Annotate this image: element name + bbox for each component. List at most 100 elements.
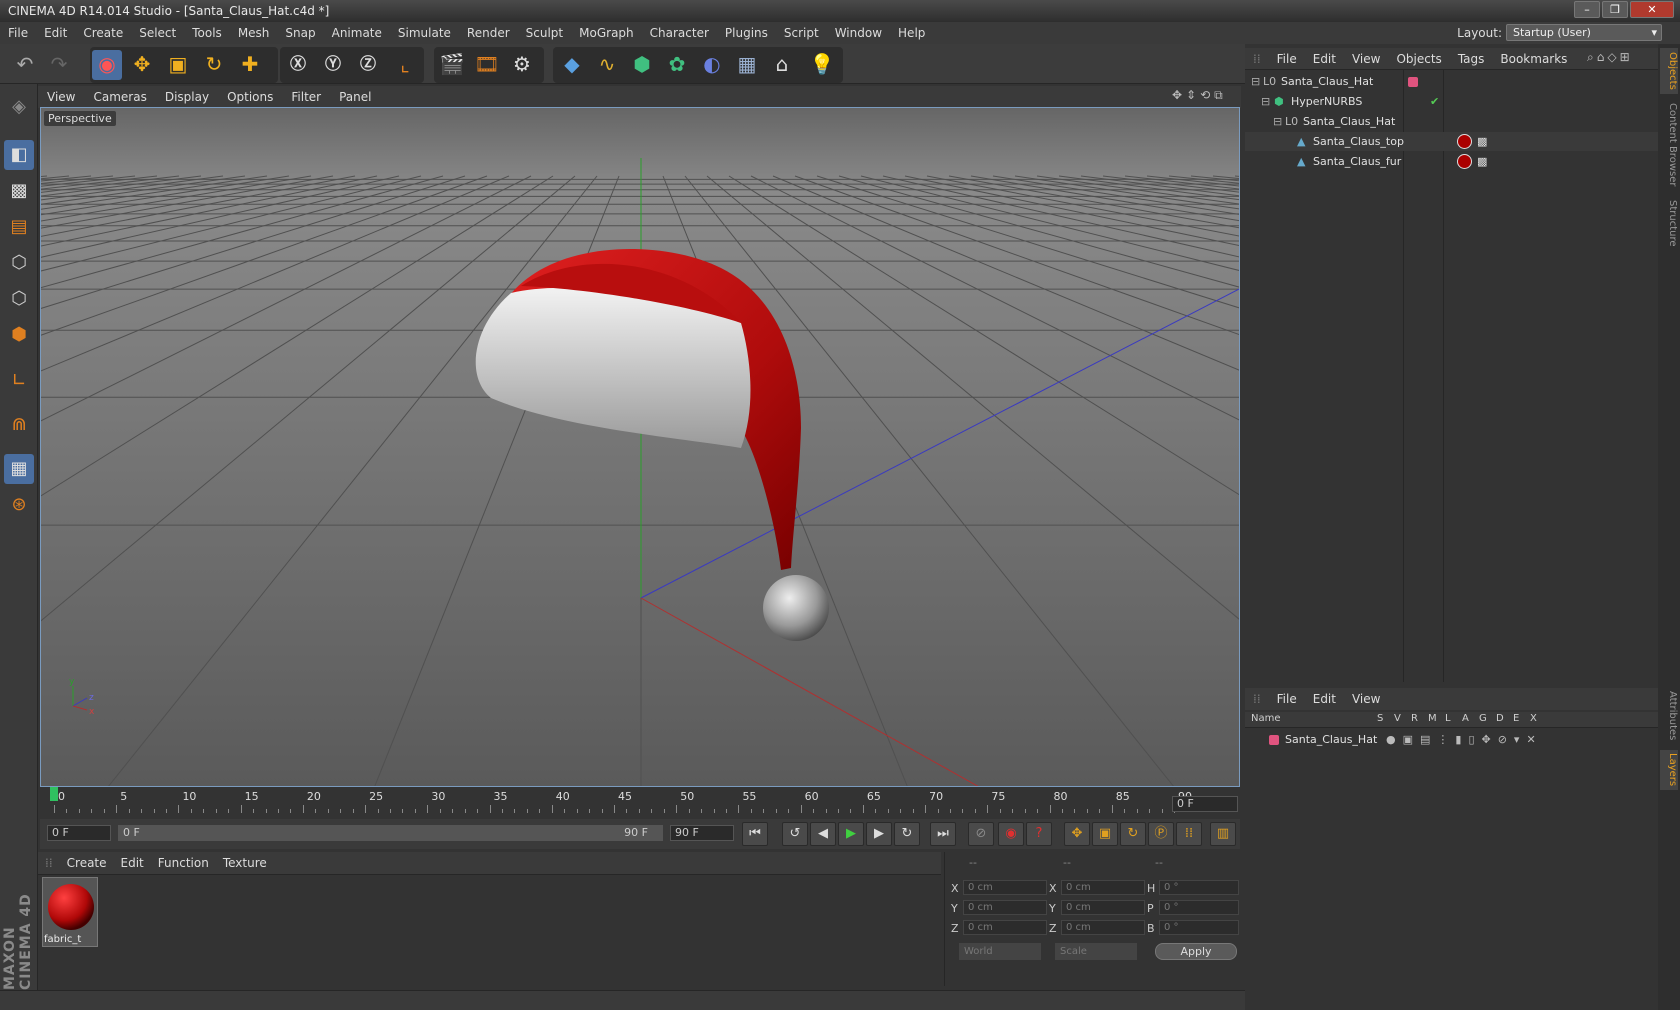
object-menu-view[interactable]: View: [1344, 48, 1388, 70]
move-icon[interactable]: ✥: [127, 50, 157, 80]
start-frame-field[interactable]: 0 F: [47, 825, 111, 841]
viewport-menu-options[interactable]: Options: [218, 86, 282, 108]
material-menu-texture[interactable]: Texture: [216, 852, 274, 874]
snap-icon[interactable]: ⋒: [4, 410, 34, 440]
size-x-field[interactable]: 0 cm: [1061, 880, 1145, 895]
object-menu-bookmarks[interactable]: Bookmarks: [1492, 48, 1575, 70]
timeline-icon[interactable]: ▥: [1210, 822, 1236, 846]
texture-mode-icon[interactable]: ▩: [4, 176, 34, 206]
tab-content-browser[interactable]: Content Browser: [1660, 100, 1678, 190]
menu-create[interactable]: Create: [75, 22, 131, 44]
auto-keying-icon[interactable]: ◉: [998, 822, 1024, 846]
close-button[interactable]: ✕: [1630, 1, 1674, 18]
timeline-ruler[interactable]: 051015202530354045505560657075808590: [44, 787, 1241, 815]
object-row[interactable]: ⊟ ⬢ HyperNURBS ✔: [1245, 92, 1658, 111]
render-picture-viewer-icon[interactable]: 🎞: [472, 50, 502, 80]
layer-column-l[interactable]: L: [1445, 713, 1451, 724]
cloner-icon[interactable]: ✿: [662, 50, 692, 80]
menu-mesh[interactable]: Mesh: [230, 22, 278, 44]
z-axis-lock-icon[interactable]: Ⓩ: [353, 50, 383, 80]
workplane-mode-icon[interactable]: ▤: [4, 212, 34, 242]
menu-tools[interactable]: Tools: [184, 22, 230, 44]
playhead-marker[interactable]: [50, 787, 58, 801]
frame-range-slider[interactable]: 0 F 90 F: [118, 825, 663, 841]
layer-menu-file[interactable]: File: [1269, 688, 1305, 710]
rotation-h-field[interactable]: 0 °: [1159, 880, 1239, 895]
layer-column-a[interactable]: A: [1462, 713, 1469, 724]
viewport-menu-display[interactable]: Display: [156, 86, 218, 108]
rotation-b-field[interactable]: 0 °: [1159, 920, 1239, 935]
rotate-icon[interactable]: ↻: [199, 50, 229, 80]
material-menu-edit[interactable]: Edit: [114, 852, 151, 874]
object-menu-file[interactable]: File: [1269, 48, 1305, 70]
tab-structure[interactable]: Structure: [1660, 196, 1678, 250]
redo-icon[interactable]: ↷: [44, 50, 74, 80]
uvw-tag-icon[interactable]: ▩: [1477, 152, 1487, 171]
position-key-icon[interactable]: ✥: [1064, 822, 1090, 846]
position-x-field[interactable]: 0 cm: [963, 880, 1047, 895]
menu-character[interactable]: Character: [642, 22, 717, 44]
parameter-key-icon[interactable]: Ⓟ: [1148, 822, 1174, 846]
layer-column-s[interactable]: S: [1377, 713, 1383, 724]
menu-snap[interactable]: Snap: [277, 22, 323, 44]
scale-icon[interactable]: ▣: [163, 50, 193, 80]
keyframe-selection-icon[interactable]: ?: [1026, 822, 1052, 846]
material-tag-icon[interactable]: [1457, 134, 1472, 149]
menu-script[interactable]: Script: [776, 22, 827, 44]
points-mode-icon[interactable]: ⬡: [4, 248, 34, 278]
tab-objects[interactable]: Objects: [1660, 48, 1678, 94]
go-to-end-icon[interactable]: ⏭: [930, 822, 956, 846]
object-menu-tags[interactable]: Tags: [1450, 48, 1493, 70]
polygons-mode-icon[interactable]: ⬢: [4, 320, 34, 350]
record-keys-icon[interactable]: ⊘: [968, 822, 994, 846]
material-menu-create[interactable]: Create: [60, 852, 114, 874]
edges-mode-icon[interactable]: ⬡: [4, 284, 34, 314]
size-z-field[interactable]: 0 cm: [1061, 920, 1145, 935]
menu-window[interactable]: Window: [827, 22, 890, 44]
object-row[interactable]: ⊟ L0 Santa_Claus_Hat: [1245, 72, 1658, 91]
tab-attributes[interactable]: Attributes: [1660, 688, 1678, 744]
undo-icon[interactable]: ↶: [10, 50, 40, 80]
end-frame-field[interactable]: 90 F: [670, 825, 734, 841]
layer-menu-edit[interactable]: Edit: [1305, 688, 1344, 710]
live-selection-icon[interactable]: ◉: [92, 50, 122, 80]
menu-mograph[interactable]: MoGraph: [571, 22, 642, 44]
layer-menu-view[interactable]: View: [1344, 688, 1388, 710]
cube-icon[interactable]: ◆: [557, 50, 587, 80]
locked-workplane-icon[interactable]: ⊛: [4, 490, 34, 520]
layer-toggle-icons[interactable]: ●▣▤⋮▮▯✥⊘▾✕: [1386, 730, 1543, 749]
uvw-tag-icon[interactable]: ▩: [1477, 132, 1487, 151]
position-y-field[interactable]: 0 cm: [963, 900, 1047, 915]
viewport-menu-panel[interactable]: Panel: [330, 86, 380, 108]
workplane-icon[interactable]: ▦: [4, 454, 34, 484]
menu-edit[interactable]: Edit: [36, 22, 75, 44]
minimize-button[interactable]: –: [1574, 1, 1600, 18]
deformer-icon[interactable]: ◐: [697, 50, 727, 80]
next-frame-icon[interactable]: ▶: [866, 822, 892, 846]
object-menu-edit[interactable]: Edit: [1305, 48, 1344, 70]
menu-file[interactable]: File: [0, 22, 36, 44]
layer-column-name[interactable]: Name: [1251, 713, 1281, 724]
model-mode-icon[interactable]: ◧: [4, 140, 34, 170]
object-row[interactable]: ▲ Santa_Claus_fur ▩: [1245, 152, 1658, 171]
coordinate-system-icon[interactable]: ⌞: [390, 50, 420, 80]
object-row[interactable]: ⊟ L0 Santa_Claus_Hat: [1245, 112, 1658, 131]
material-tag-icon[interactable]: [1457, 154, 1472, 169]
previous-key-icon[interactable]: ↺: [782, 822, 808, 846]
menu-sculpt[interactable]: Sculpt: [518, 22, 571, 44]
previous-frame-icon[interactable]: ◀: [810, 822, 836, 846]
search-icon[interactable]: ⌕⌂◇⊞: [1587, 50, 1633, 65]
camera-icon[interactable]: ⌂: [767, 50, 797, 80]
layer-column-r[interactable]: R: [1411, 713, 1418, 724]
point-level-key-icon[interactable]: ⁞⁞: [1176, 822, 1202, 846]
layer-row[interactable]: Santa_Claus_Hat ●▣▤⋮▮▯✥⊘▾✕: [1245, 730, 1658, 749]
tab-layers[interactable]: Layers: [1660, 750, 1678, 790]
menu-render[interactable]: Render: [459, 22, 518, 44]
layer-column-m[interactable]: M: [1428, 713, 1437, 724]
layer-column-x[interactable]: X: [1530, 713, 1537, 724]
menu-simulate[interactable]: Simulate: [390, 22, 459, 44]
material-swatch[interactable]: fabric_t: [42, 877, 98, 947]
scale-key-icon[interactable]: ▣: [1092, 822, 1118, 846]
layer-color-swatch[interactable]: [1269, 735, 1279, 745]
layer-column-g[interactable]: G: [1479, 713, 1487, 724]
